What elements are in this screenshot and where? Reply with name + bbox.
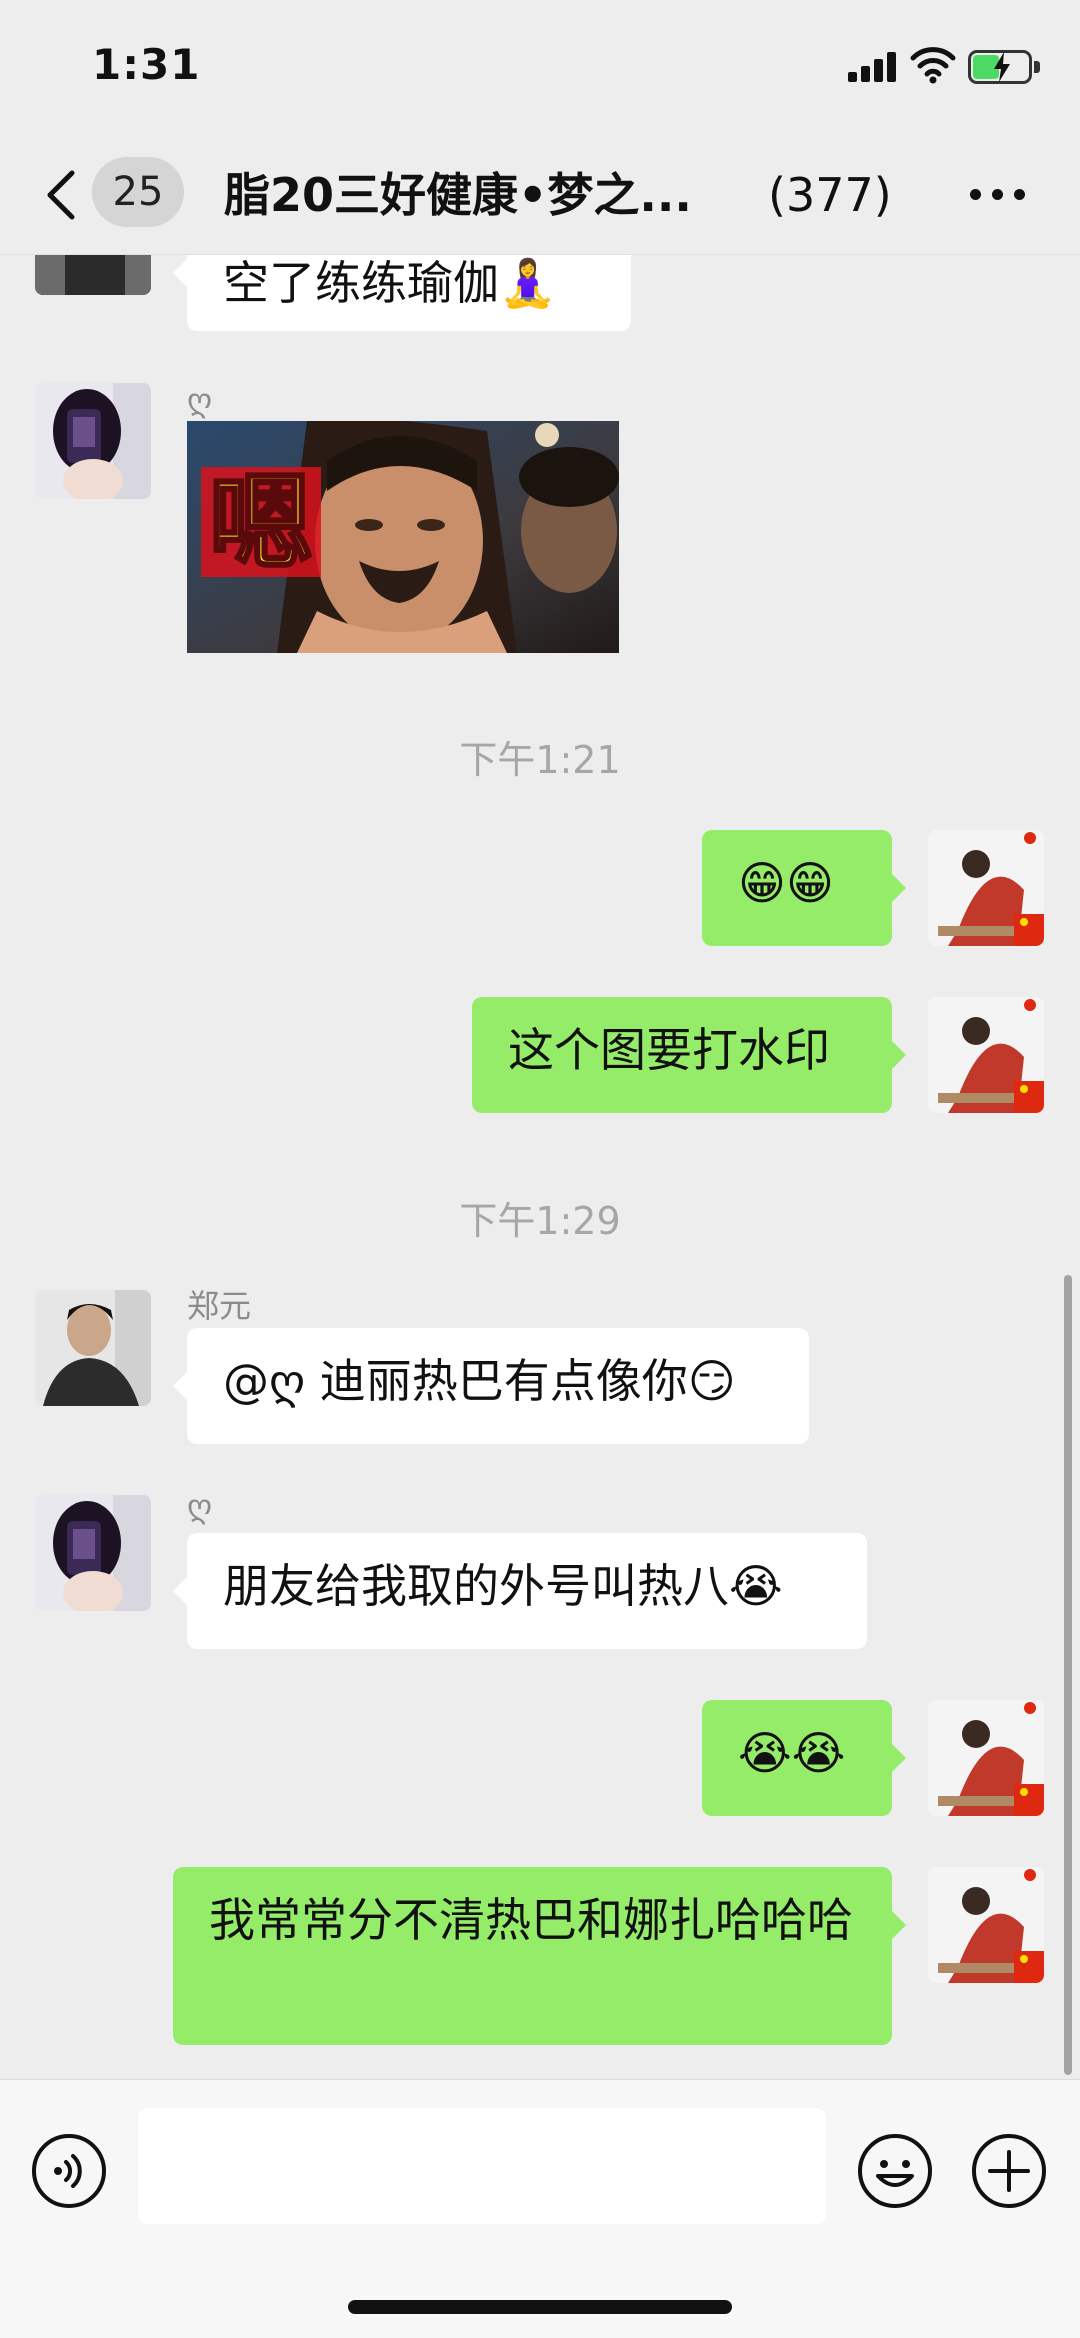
plus-icon [972,2134,1046,2208]
timestamp: 下午1:21 [459,738,621,782]
message-bubble[interactable]: 朋友给我取的外号叫热八😭 [173,1533,867,1649]
sender-name: ღ [187,1487,213,1525]
message-bubble[interactable]: 😭😭 [702,1700,906,1816]
message-bubble[interactable]: @ღ 迪丽热巴有点像你😏 [173,1328,809,1444]
avatar[interactable] [928,1867,1044,1983]
battery-charging-icon [968,50,1040,84]
emoji-icon [858,2134,932,2208]
timestamp: 下午1:29 [459,1199,621,1243]
avatar[interactable] [928,1700,1044,1816]
status-bar: 1:31 [0,0,1080,135]
chat-title: 脂20三好健康•梦之... [224,168,692,222]
avatar[interactable] [35,255,151,295]
message-list[interactable]: 空了练练瑜伽🧘‍♀️ ღ [0,255,1080,2079]
more-functions-button[interactable] [970,2132,1048,2210]
unread-count-badge[interactable]: 25 [92,157,184,227]
avatar[interactable] [35,1290,151,1406]
sender-name: 郑元 [187,1287,252,1325]
avatar[interactable] [35,1495,151,1611]
message-input[interactable] [138,2108,826,2224]
avatar[interactable] [35,383,151,499]
sticker-text: 嗯 [209,462,313,584]
sticker-image[interactable]: 嗯 [187,421,619,653]
message-bubble[interactable]: 空了练练瑜伽🧘‍♀️ [173,255,631,331]
emoji-button[interactable] [856,2132,934,2210]
voice-input-button[interactable] [30,2132,108,2210]
avatar[interactable] [928,830,1044,946]
chevron-left-icon [47,170,75,220]
home-indicator[interactable] [348,2300,732,2314]
chat-header: 25 脂20三好健康•梦之... (377) [0,135,1080,255]
back-button[interactable] [40,165,80,225]
avatar[interactable] [928,997,1044,1113]
sender-name: ღ [187,381,213,419]
wifi-icon [910,44,956,84]
scrollbar[interactable] [1064,1275,1072,2075]
status-time: 1:31 [92,40,201,89]
message-bubble[interactable]: 这个图要打水印 [472,997,906,1113]
cellular-signal-icon [848,50,898,82]
more-options-button[interactable] [970,189,1026,201]
message-bubble[interactable]: 😁😁 [702,830,906,946]
message-bubble[interactable]: 我常常分不清热巴和娜扎哈哈哈 [173,1867,906,2045]
voice-icon [32,2134,106,2208]
member-count: (377) [768,168,892,222]
